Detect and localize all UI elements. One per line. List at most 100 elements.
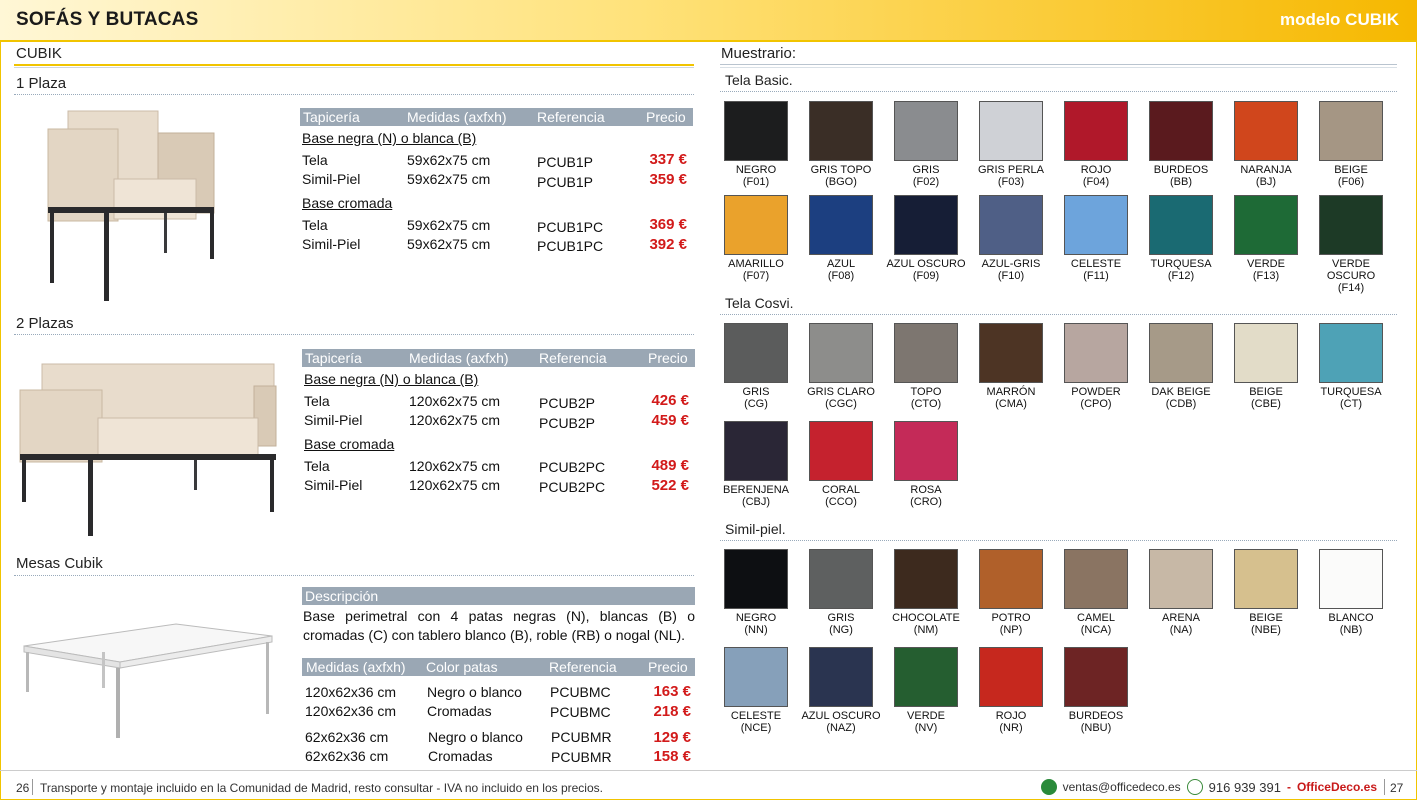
- swatch-item[interactable]: VERDE OSCURO (F14): [1309, 195, 1393, 294]
- swatch-item[interactable]: AZUL (F08): [799, 195, 883, 282]
- swatch-name: ROJO: [1080, 164, 1112, 176]
- swatch-item[interactable]: CHOCOLATE (NM): [884, 549, 968, 636]
- swatch-item[interactable]: GRIS PERLA (F03): [969, 101, 1053, 188]
- cosvi-divider: [720, 314, 1397, 315]
- swatch-code: (NV): [914, 722, 938, 734]
- swatch-item[interactable]: BLANCO (NB): [1309, 549, 1393, 636]
- swatch-item[interactable]: CELESTE (NCE): [714, 647, 798, 734]
- table-cell: PCUBMC: [550, 684, 611, 700]
- table-cell: PCUB2PC: [539, 479, 606, 495]
- swatch-item[interactable]: CELESTE (F11): [1054, 195, 1138, 282]
- swatch-item[interactable]: NEGRO (F01): [714, 101, 798, 188]
- header-precio: Precio: [648, 350, 688, 366]
- mesas-desc-header: Descripción: [302, 587, 695, 605]
- swatch-item[interactable]: CORAL (CCO): [799, 421, 883, 508]
- table-cell: 59x62x75 cm: [407, 152, 491, 168]
- swatch-code: (F01): [742, 176, 770, 188]
- swatch-code: (NCE): [740, 722, 772, 734]
- footer-brand[interactable]: OfficeDeco.es: [1297, 780, 1377, 794]
- swatch-color: [1234, 323, 1298, 383]
- footer-contact: ventas@officedeco.es 916 939 391 - Offic…: [1040, 779, 1377, 795]
- swatch-name: AZUL: [826, 258, 856, 270]
- swatch-item[interactable]: ROJO (NR): [969, 647, 1053, 734]
- swatch-item[interactable]: TURQUESA (CT): [1309, 323, 1393, 410]
- swatch-name: TURQUESA: [1320, 386, 1382, 398]
- swatch-item[interactable]: GRIS (CG): [714, 323, 798, 410]
- swatch-item[interactable]: POTRO (NP): [969, 549, 1053, 636]
- table-cell: 62x62x36 cm: [305, 729, 389, 745]
- swatch-color: [724, 549, 788, 609]
- swatch-item[interactable]: AZUL-GRIS (F10): [969, 195, 1053, 282]
- swatch-code: (NM): [913, 624, 939, 636]
- swatch-item[interactable]: BERENJENA (CBJ): [714, 421, 798, 508]
- swatch-item[interactable]: BURDEOS (NBU): [1054, 647, 1138, 734]
- simil-divider: [720, 540, 1397, 541]
- table-cell: 120x62x36 cm: [305, 684, 397, 700]
- swatch-item[interactable]: VERDE (NV): [884, 647, 968, 734]
- section-title: CUBIK: [16, 45, 62, 62]
- swatch-name: CAMEL: [1077, 612, 1115, 624]
- swatch-code: (F09): [912, 270, 940, 282]
- swatch-name: BEIGE: [1249, 612, 1283, 624]
- swatch-color: [894, 323, 958, 383]
- swatch-color: [1064, 101, 1128, 161]
- swatch-name: BURDEOS: [1153, 164, 1209, 176]
- table-cell: PCUB1PC: [537, 219, 604, 235]
- swatch-item[interactable]: AZUL OSCURO (NAZ): [799, 647, 883, 734]
- swatch-item[interactable]: BEIGE (F06): [1309, 101, 1393, 188]
- swatch-item[interactable]: AMARILLO (F07): [714, 195, 798, 282]
- plaza2-title: 2 Plazas: [16, 315, 74, 332]
- swatch-item[interactable]: ROSA (CRO): [884, 421, 968, 508]
- swatch-item[interactable]: AZUL OSCURO (F09): [884, 195, 968, 282]
- price: 129 €: [653, 729, 691, 746]
- plaza2-table-header: Tapicería Medidas (axfxh) Referencia Pre…: [302, 349, 695, 367]
- swatch-item[interactable]: MARRÓN (CMA): [969, 323, 1053, 410]
- swatch-item[interactable]: GRIS (NG): [799, 549, 883, 636]
- swatch-item[interactable]: NEGRO (NN): [714, 549, 798, 636]
- swatch-code: (CTO): [910, 398, 942, 410]
- swatch-color: [979, 323, 1043, 383]
- swatch-code: (F02): [912, 176, 940, 188]
- swatch-code: (BGO): [825, 176, 857, 188]
- swatch-name: CELESTE: [1070, 258, 1122, 270]
- swatch-item[interactable]: GRIS (F02): [884, 101, 968, 188]
- swatch-code: (F07): [742, 270, 770, 282]
- armchair-image: [47, 110, 215, 301]
- swatch-code: (CCO): [825, 496, 857, 508]
- swatch-code: (F14): [1337, 282, 1365, 294]
- swatch-item[interactable]: ROJO (F04): [1054, 101, 1138, 188]
- swatch-code: (CPO): [1080, 398, 1112, 410]
- swatch-name: GRIS: [742, 386, 770, 398]
- footer-email[interactable]: ventas@officedeco.es: [1063, 780, 1181, 794]
- swatch-color: [1064, 195, 1128, 255]
- swatch-code: (F06): [1337, 176, 1365, 188]
- table-cell: PCUB1PC: [537, 238, 604, 254]
- table-cell: Simil-Piel: [302, 236, 361, 252]
- price: 337 €: [649, 151, 687, 168]
- plaza1-divider: [14, 94, 694, 95]
- swatch-code: (BB): [1170, 176, 1192, 188]
- swatch-item[interactable]: NARANJA (BJ): [1224, 101, 1308, 188]
- swatch-item[interactable]: GRIS CLARO (CGC): [799, 323, 883, 410]
- swatch-code: (CMA): [995, 398, 1027, 410]
- table-cell: Cromadas: [428, 748, 493, 764]
- swatch-item[interactable]: VERDE (F13): [1224, 195, 1308, 282]
- swatch-name: AMARILLO: [728, 258, 784, 270]
- swatch-item[interactable]: POWDER (CPO): [1054, 323, 1138, 410]
- swatch-code: (BJ): [1255, 176, 1277, 188]
- swatch-item[interactable]: TOPO (CTO): [884, 323, 968, 410]
- swatch-item[interactable]: BEIGE (NBE): [1224, 549, 1308, 636]
- swatch-name: BEIGE: [1334, 164, 1368, 176]
- swatch-item[interactable]: ARENA (NA): [1139, 549, 1223, 636]
- swatch-item[interactable]: CAMEL (NCA): [1054, 549, 1138, 636]
- swatch-code: (F08): [827, 270, 855, 282]
- swatch-item[interactable]: BEIGE (CBE): [1224, 323, 1308, 410]
- header-precio: Precio: [648, 659, 688, 675]
- table-cell: PCUB2PC: [539, 459, 606, 475]
- swatch-item[interactable]: DAK BEIGE (CDB): [1139, 323, 1223, 410]
- swatch-code: (NBU): [1080, 722, 1112, 734]
- swatch-item[interactable]: TURQUESA (F12): [1139, 195, 1223, 282]
- footer-phone: 916 939 391: [1208, 779, 1281, 795]
- swatch-item[interactable]: BURDEOS (BB): [1139, 101, 1223, 188]
- swatch-item[interactable]: GRIS TOPO (BGO): [799, 101, 883, 188]
